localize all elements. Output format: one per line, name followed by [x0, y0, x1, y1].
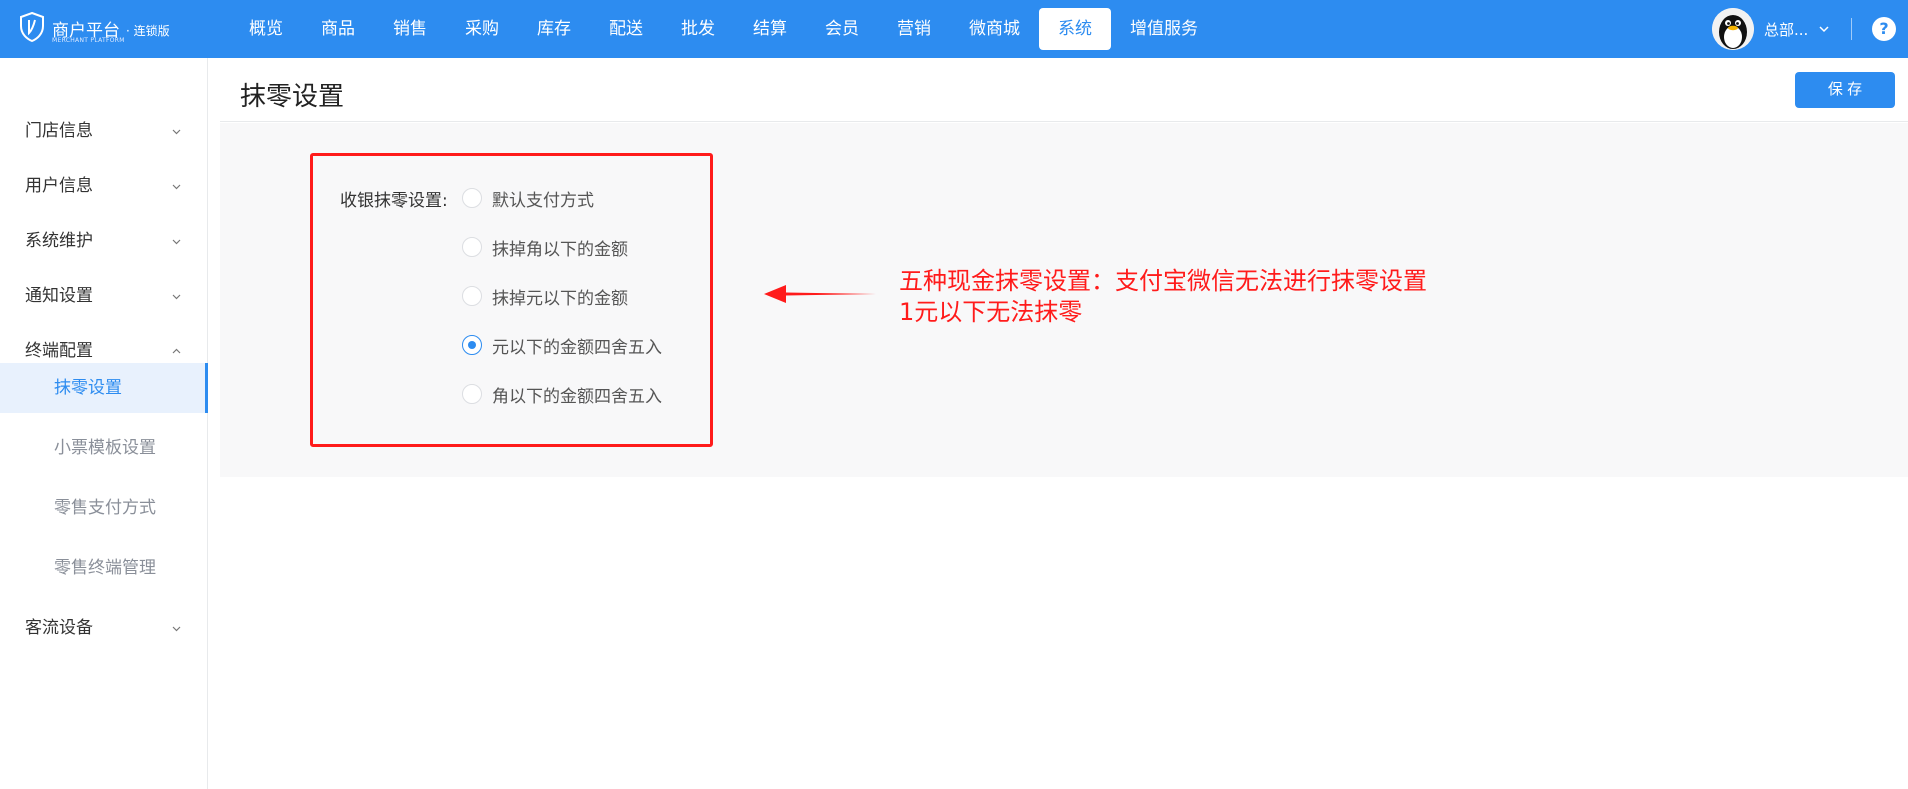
- annotation-line-1: 五种现金抹零设置：支付宝微信无法进行抹零设置: [899, 267, 1427, 295]
- sidebar-item-label: 通知设置: [25, 286, 93, 306]
- sidebar-subitem-terminal-management[interactable]: 零售终端管理: [0, 543, 208, 593]
- sidebar-item-notification-settings[interactable]: 通知设置: [0, 273, 208, 319]
- page-title: 抹零设置: [240, 82, 345, 112]
- shield-logo-icon: [20, 12, 44, 42]
- user-menu[interactable]: 总部...: [1712, 6, 1830, 52]
- nav-purchase[interactable]: 采购: [446, 8, 518, 50]
- left-arrow-icon: [764, 285, 876, 303]
- nav-value-added[interactable]: 增值服务: [1111, 8, 1217, 50]
- brand-subtitle: MERCHANT PLATFORM: [52, 37, 125, 44]
- nav-system[interactable]: 系统: [1039, 8, 1111, 50]
- main-nav: 概览 商品 销售 采购 库存 配送 批发 结算 会员 营销 微商城 系统 增值服…: [230, 8, 1217, 50]
- nav-inventory[interactable]: 库存: [518, 8, 590, 50]
- sidebar-subitem-receipt-template[interactable]: 小票模板设置: [0, 423, 208, 473]
- avatar[interactable]: [1712, 8, 1754, 50]
- sidebar-item-label: 客流设备: [25, 618, 93, 638]
- sidebar-item-label: 门店信息: [25, 121, 93, 141]
- nav-marketing[interactable]: 营销: [878, 8, 950, 50]
- nav-sales[interactable]: 销售: [374, 8, 446, 50]
- user-name[interactable]: 总部...: [1764, 19, 1808, 40]
- annotation-highlight-box: [310, 153, 713, 447]
- chevron-down-icon: [172, 626, 181, 632]
- chevron-down-icon[interactable]: [1818, 23, 1830, 35]
- brand-edition: · 连锁版: [126, 24, 170, 38]
- page-header: 抹零设置: [220, 58, 1908, 122]
- sidebar-subitem-rounding-settings[interactable]: 抹零设置: [0, 363, 208, 413]
- chevron-down-icon: [172, 129, 181, 135]
- top-navbar: 商户平台 MERCHANT PLATFORM · 连锁版 概览 商品 销售 采购…: [0, 0, 1908, 58]
- nav-wholesale[interactable]: 批发: [662, 8, 734, 50]
- sidebar: 门店信息 用户信息 系统维护 通知设置 终端配置 抹零设置 小票模板设置 零售支…: [0, 58, 208, 789]
- sidebar-item-system-maintenance[interactable]: 系统维护: [0, 218, 208, 264]
- nav-members[interactable]: 会员: [806, 8, 878, 50]
- chevron-down-icon: [172, 184, 181, 190]
- help-icon[interactable]: ?: [1872, 17, 1896, 41]
- header-divider: [1851, 18, 1852, 40]
- nav-micro-mall[interactable]: 微商城: [950, 8, 1039, 50]
- chevron-up-icon: [172, 348, 181, 354]
- sidebar-item-label: 系统维护: [25, 231, 93, 251]
- brand-logo[interactable]: 商户平台 MERCHANT PLATFORM · 连锁版: [18, 10, 208, 50]
- sidebar-subitem-payment-methods[interactable]: 零售支付方式: [0, 483, 208, 533]
- chevron-down-icon: [172, 239, 181, 245]
- sidebar-item-label: 用户信息: [25, 176, 93, 196]
- annotation-text: 五种现金抹零设置：支付宝微信无法进行抹零设置 1元以下无法抹零: [899, 266, 1427, 328]
- sidebar-item-store-info[interactable]: 门店信息: [0, 108, 208, 154]
- penguin-avatar-icon: [1712, 8, 1754, 50]
- sidebar-item-traffic-devices[interactable]: 客流设备: [0, 605, 208, 651]
- annotation-line-2: 1元以下无法抹零: [899, 298, 1083, 326]
- nav-settlement[interactable]: 结算: [734, 8, 806, 50]
- nav-products[interactable]: 商品: [302, 8, 374, 50]
- chevron-down-icon: [172, 294, 181, 300]
- nav-delivery[interactable]: 配送: [590, 8, 662, 50]
- sidebar-item-label: 终端配置: [25, 341, 93, 361]
- save-button[interactable]: 保 存: [1795, 72, 1895, 108]
- sidebar-item-user-info[interactable]: 用户信息: [0, 163, 208, 209]
- nav-overview[interactable]: 概览: [230, 8, 302, 50]
